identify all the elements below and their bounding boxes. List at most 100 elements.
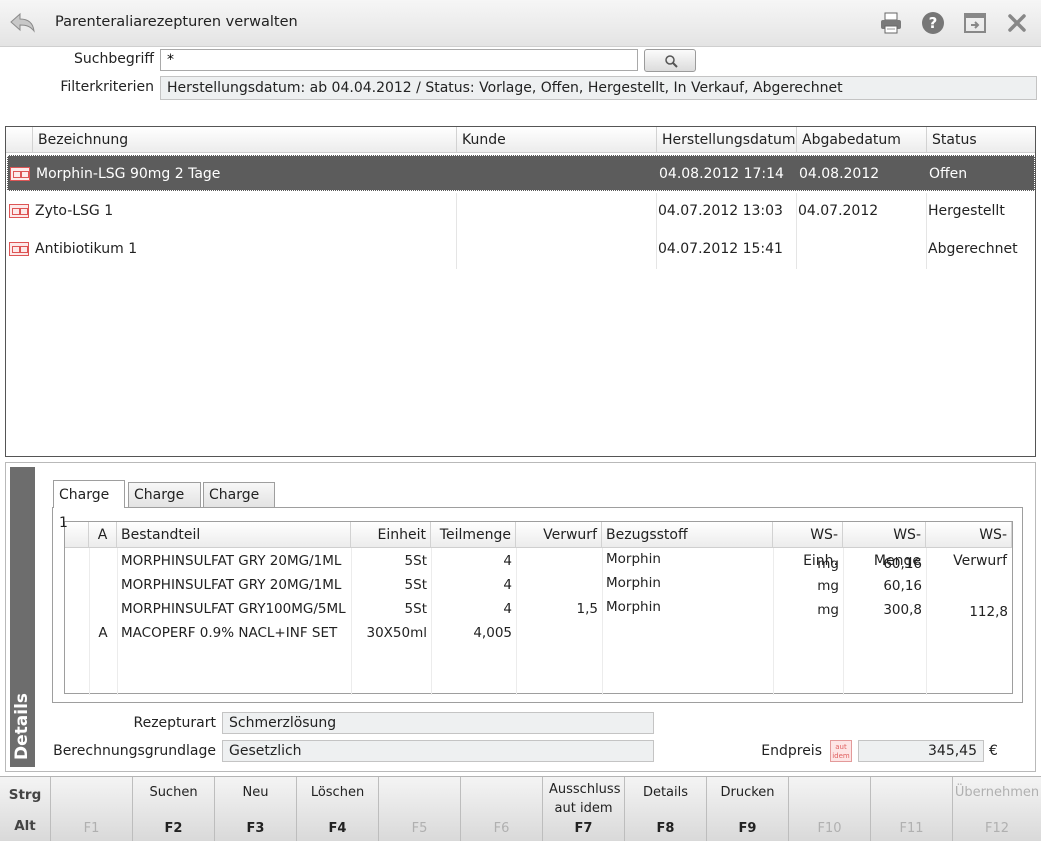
- cell-einheit: 5St: [404, 553, 427, 569]
- cell-status: Hergestellt: [928, 203, 1005, 219]
- cell-teilmenge: 4: [503, 553, 512, 569]
- cell-einheit: 5St: [404, 577, 427, 593]
- endpreis-label: Endpreis: [761, 743, 822, 759]
- cell-verwurf: [516, 573, 602, 597]
- f5-button[interactable]: F5: [379, 777, 461, 841]
- cell-a: [89, 597, 117, 621]
- cell-herstellungsdatum: 04.07.2012 15:41: [658, 241, 783, 257]
- ingredient-row[interactable]: A MACOPERF 0.9% NACL+INF SET 30X50ml 4,0…: [65, 621, 1012, 645]
- col-a[interactable]: A: [89, 522, 117, 548]
- table-row[interactable]: Antibiotikum 1 04.07.2012 15:41 Abgerech…: [7, 231, 1035, 269]
- cell-bezeichnung: Morphin-LSG 90mg 2 Tage: [36, 166, 221, 182]
- ingredient-row[interactable]: MORPHINSULFAT GRY 20MG/1ML 5St 4 Morphin…: [65, 549, 1012, 573]
- title-bar: Parenteraliarezepturen verwalten ?: [0, 0, 1041, 47]
- cell-verwurf: 1,5: [576, 601, 598, 617]
- aut-idem-badge: aut idem: [830, 740, 852, 762]
- berechnung-label: Berechnungsgrundlage: [53, 743, 216, 759]
- tab-charge-3[interactable]: Charge 3: [203, 482, 275, 527]
- help-icon[interactable]: ?: [920, 10, 946, 36]
- table-row[interactable]: Zyto-LSG 1 04.07.2012 13:03 04.07.2012 H…: [7, 193, 1035, 231]
- window-restore-icon[interactable]: [962, 10, 988, 36]
- f10-button[interactable]: F10: [789, 777, 871, 841]
- close-icon[interactable]: [1004, 10, 1030, 36]
- col-ws-verwurf[interactable]: WS-Verwurf: [926, 522, 1012, 569]
- cell-bestandteil: MORPHINSULFAT GRY 20MG/1ML: [121, 577, 342, 593]
- recipe-icon: [9, 204, 29, 218]
- cell-herstellungsdatum: 04.08.2012 17:14: [659, 166, 784, 182]
- cell-ws-einh: [773, 621, 843, 645]
- cell-verwurf: [516, 549, 602, 573]
- modifier-keys[interactable]: Strg Alt: [0, 777, 51, 841]
- col-teilmenge[interactable]: Teilmenge: [431, 522, 516, 548]
- cell-einheit: 30X50ml: [366, 625, 427, 641]
- col-marker[interactable]: [65, 522, 89, 548]
- f11-button[interactable]: F11: [871, 777, 953, 841]
- cell-bezeichnung: Zyto-LSG 1: [35, 203, 114, 219]
- berechnung-field: Gesetzlich: [222, 740, 654, 762]
- col-einheit[interactable]: Einheit: [351, 522, 431, 548]
- icon-column-header: [6, 127, 33, 153]
- recipe-icon: [10, 167, 30, 181]
- cell-bezeichnung: Antibiotikum 1: [35, 241, 138, 257]
- back-arrow-icon[interactable]: [8, 10, 36, 34]
- col-verwurf[interactable]: Verwurf: [516, 522, 602, 548]
- f12-uebernehmen-button[interactable]: Übernehmen F12: [953, 777, 1041, 841]
- f7-ausschluss-button[interactable]: Ausschluss aut idem F7: [543, 777, 625, 841]
- search-button[interactable]: [644, 49, 696, 72]
- cell-ws-menge: 300,8: [883, 602, 922, 618]
- strg-modifier[interactable]: Strg: [0, 787, 50, 803]
- function-key-bar: Strg Alt F1 Suchen F2 Neu F3 Löschen F4 F5 …: [0, 776, 1041, 841]
- cell-bestandteil: MORPHINSULFAT GRY100MG/5ML: [121, 601, 346, 617]
- endpreis-field: 345,45: [858, 740, 984, 762]
- col-bezeichnung[interactable]: Bezeichnung: [33, 127, 457, 153]
- f4-loeschen-button[interactable]: Löschen F4: [297, 777, 379, 841]
- cell-a: [89, 549, 117, 573]
- col-ws-einh[interactable]: WS-Einh.: [773, 522, 843, 569]
- f3-neu-button[interactable]: Neu F3: [215, 777, 297, 841]
- details-label: Details: [12, 692, 32, 760]
- recipes-table: Bezeichnung Kunde Herstellungsdatum Abga…: [5, 126, 1036, 457]
- f6-button[interactable]: F6: [461, 777, 543, 841]
- cell-bezugsstoff: Morphin: [606, 575, 661, 591]
- recipe-icon: [9, 242, 29, 256]
- cell-status: Abgerechnet: [928, 241, 1018, 257]
- tab-charge-1[interactable]: Charge 1: [53, 480, 125, 531]
- col-bestandteil[interactable]: Bestandteil: [117, 522, 351, 548]
- f2-suchen-button[interactable]: Suchen F2: [133, 777, 215, 841]
- cell-ws-menge: [843, 621, 926, 645]
- ingredient-row[interactable]: MORPHINSULFAT GRY100MG/5ML 5St 4 1,5 Mor…: [65, 597, 1012, 621]
- tab-charge-2[interactable]: Charge 2: [128, 482, 201, 527]
- col-abgabedatum[interactable]: Abgabedatum: [797, 127, 927, 153]
- f1-button[interactable]: F1: [51, 777, 133, 841]
- cell-ws-einh: mg: [817, 602, 839, 618]
- cell-a: [89, 573, 117, 597]
- cell-bestandteil: MORPHINSULFAT GRY 20MG/1ML: [121, 553, 342, 569]
- ingredient-row[interactable]: MORPHINSULFAT GRY 20MG/1ML 5St 4 Morphin…: [65, 573, 1012, 597]
- cell-verwurf: [516, 621, 602, 645]
- currency-symbol: €: [989, 743, 998, 759]
- col-kunde[interactable]: Kunde: [457, 127, 657, 153]
- printer-icon[interactable]: [878, 10, 904, 36]
- ingredients-table: A Bestandteil Einheit Teilmenge Verwurf …: [64, 521, 1013, 695]
- cell-einheit: 5St: [404, 601, 427, 617]
- cell-teilmenge: 4,005: [473, 625, 512, 641]
- f9-drucken-button[interactable]: Drucken F9: [707, 777, 789, 841]
- search-input[interactable]: [160, 49, 638, 71]
- cell-abgabedatum: 04.08.2012: [799, 166, 880, 182]
- col-herstellungsdatum[interactable]: Herstellungsdatum: [657, 127, 797, 153]
- filter-criteria: Herstellungsdatum: ab 04.04.2012 / Statu…: [160, 76, 1037, 100]
- col-status[interactable]: Status: [927, 127, 1035, 153]
- cell-bezugsstoff: Morphin: [606, 551, 661, 567]
- cell-abgabedatum: 04.07.2012: [798, 203, 879, 219]
- rezepturart-field: Schmerzlösung: [222, 712, 654, 734]
- table-row[interactable]: Morphin-LSG 90mg 2 Tage 04.08.2012 17:14…: [7, 155, 1035, 191]
- alt-modifier[interactable]: Alt: [0, 818, 50, 834]
- f8-details-button[interactable]: Details F8: [625, 777, 707, 841]
- cell-ws-menge: 60,16: [883, 578, 922, 594]
- cell-bezugsstoff: [602, 621, 773, 645]
- cell-teilmenge: 4: [503, 577, 512, 593]
- cell-ws-verwurf: [926, 621, 1012, 645]
- svg-text:?: ?: [929, 14, 938, 32]
- col-ws-menge[interactable]: WS-Menge: [843, 522, 926, 569]
- col-bezugsstoff[interactable]: Bezugsstoff: [602, 522, 773, 548]
